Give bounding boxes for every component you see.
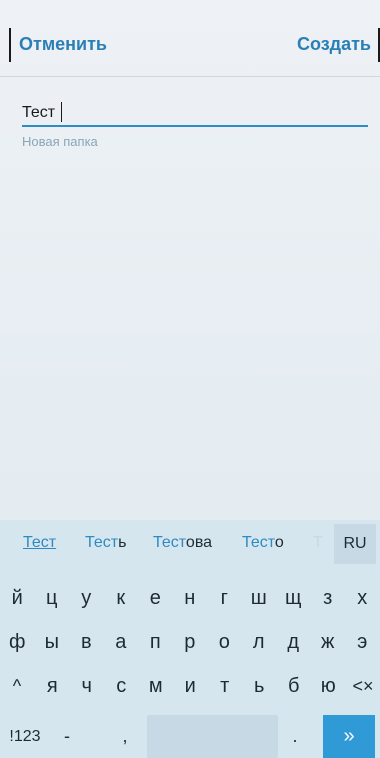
key[interactable]: о <box>207 620 242 664</box>
suggestion-4-rest: о <box>274 534 284 551</box>
key[interactable]: ш <box>242 576 277 620</box>
suggestion-3[interactable]: Тестова <box>153 520 212 566</box>
key-row-3: ^ <× ячсмитьбю <box>0 664 380 708</box>
key[interactable]: л <box>242 620 277 664</box>
suggestion-3-rest: ова <box>185 534 213 551</box>
key-row-4: !123 - , . » <box>0 715 380 758</box>
cancel-button[interactable]: Отменить <box>19 33 107 55</box>
key[interactable]: м <box>139 664 174 708</box>
folder-name-hint: Новая папка <box>22 134 98 149</box>
create-button[interactable]: Создать <box>297 33 371 55</box>
shift-icon[interactable]: ^ <box>0 664 34 708</box>
key[interactable]: с <box>104 664 139 708</box>
key-row-1: йцукенгшщзх <box>0 576 380 620</box>
key[interactable]: ц <box>35 576 70 620</box>
key[interactable]: а <box>104 620 139 664</box>
key[interactable]: ф <box>0 620 35 664</box>
suggestion-5-bold: Т <box>313 534 323 551</box>
key[interactable]: х <box>345 576 380 620</box>
key[interactable]: к <box>104 576 139 620</box>
key[interactable]: ю <box>311 664 346 708</box>
key[interactable]: т <box>208 664 243 708</box>
create-folder-screen: Отменить Создать Новая папка Тест Тесть … <box>0 0 380 758</box>
suggestion-1-bold: Тест <box>23 534 57 551</box>
comma-key[interactable]: , <box>115 715 135 758</box>
go-key-icon[interactable]: » <box>323 715 375 758</box>
minus-key[interactable]: - <box>53 715 81 758</box>
space-key[interactable] <box>147 715 278 758</box>
suggestion-2[interactable]: Тесть <box>85 520 126 566</box>
key[interactable]: у <box>69 576 104 620</box>
numbers-key[interactable]: !123 <box>0 715 50 758</box>
key[interactable]: н <box>173 576 208 620</box>
key[interactable]: б <box>277 664 312 708</box>
key[interactable]: в <box>69 620 104 664</box>
key[interactable]: ь <box>242 664 277 708</box>
key[interactable]: е <box>138 576 173 620</box>
suggestion-1[interactable]: Тест <box>23 520 56 566</box>
key[interactable]: п <box>138 620 173 664</box>
key[interactable]: и <box>173 664 208 708</box>
key[interactable]: ж <box>311 620 346 664</box>
key[interactable]: ч <box>70 664 105 708</box>
suggestion-5-faded[interactable]: Т <box>313 520 323 566</box>
key[interactable]: э <box>345 620 380 664</box>
folder-name-input[interactable] <box>22 101 368 127</box>
key[interactable]: з <box>311 576 346 620</box>
key-row-2: фывапролджэ <box>0 620 380 664</box>
period-key[interactable]: . <box>285 715 305 758</box>
key[interactable]: д <box>276 620 311 664</box>
backspace-icon[interactable]: <× <box>346 664 380 708</box>
key[interactable]: щ <box>276 576 311 620</box>
key[interactable]: й <box>0 576 35 620</box>
suggestion-4[interactable]: Тесто <box>242 520 284 566</box>
header-bar: Отменить Создать <box>0 0 380 77</box>
key[interactable]: г <box>207 576 242 620</box>
key[interactable]: я <box>35 664 70 708</box>
text-caret <box>61 102 62 122</box>
suggestion-2-rest: ь <box>118 534 127 551</box>
key[interactable]: р <box>173 620 208 664</box>
suggestion-4-bold: Тест <box>242 534 275 551</box>
key[interactable]: ы <box>35 620 70 664</box>
suggestion-2-bold: Тест <box>85 534 119 551</box>
suggestion-3-bold: Тест <box>153 534 186 551</box>
language-switch-button[interactable]: RU <box>334 524 376 564</box>
on-screen-keyboard: Тест Тесть Тестова Тесто Т RU йцукенгшщз… <box>0 520 380 758</box>
